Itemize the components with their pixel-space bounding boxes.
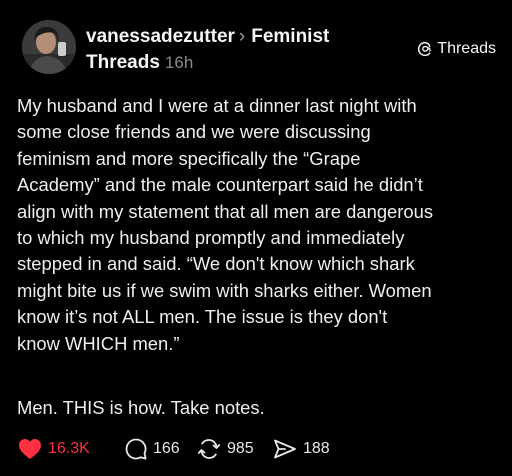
post-body: My husband and I were at a dinner last n… <box>17 93 503 357</box>
post-body-line: stepped in and said. “We don't know whic… <box>17 253 415 275</box>
post-body-line: My husband and I were at a dinner last n… <box>17 95 417 116</box>
community-name-part2[interactable]: Threads <box>86 52 160 73</box>
post-body-line: Academy” and the male counterpart said h… <box>17 174 423 196</box>
threads-badge-label: Threads <box>437 40 496 57</box>
post-closing-line: Men. THIS is how. Take notes. <box>17 397 265 418</box>
post-body-line: know WHICH men.” <box>17 332 180 354</box>
speech-bubble-icon <box>125 438 147 460</box>
heart-filled-icon <box>19 439 41 459</box>
post-body-line: feminism and more specifically the “Grap… <box>17 147 361 169</box>
reply-button[interactable]: 166 <box>125 438 197 460</box>
post-body-line: know it’s not ALL men. The issue is they… <box>17 306 388 328</box>
share-button[interactable]: 188 <box>273 438 330 460</box>
post-body-line: some close friends and we were discussin… <box>17 121 371 143</box>
repost-button[interactable]: 985 <box>197 438 273 460</box>
threads-logo-icon <box>418 41 432 57</box>
avatar[interactable] <box>22 20 76 74</box>
community-name-part1[interactable]: Feminist <box>251 26 329 47</box>
chevron-right-icon: › <box>238 26 246 47</box>
threads-badge: Threads <box>417 40 496 58</box>
like-count: 16.3K <box>48 440 90 457</box>
author-username[interactable]: vanessadezutter <box>86 26 235 47</box>
post-header: vanessadezutter › Feminist Threads 16h <box>86 24 386 76</box>
repost-count: 985 <box>227 440 254 457</box>
profile-photo <box>22 20 76 74</box>
share-count: 188 <box>303 440 330 457</box>
post-body-line: to which my husband promptly and immedia… <box>17 227 405 249</box>
post-body-line: might bite us if we swim with sharks eit… <box>17 279 432 301</box>
repost-arrows-icon <box>197 439 221 459</box>
send-arrow-icon <box>274 439 296 459</box>
post-body-line: align with my statement that all men are… <box>17 200 434 222</box>
action-bar: 16.3K 166 985 188 <box>18 436 330 462</box>
post-timestamp: 16h <box>164 53 194 72</box>
like-button[interactable]: 16.3K <box>18 438 125 460</box>
reply-count: 166 <box>153 440 180 457</box>
